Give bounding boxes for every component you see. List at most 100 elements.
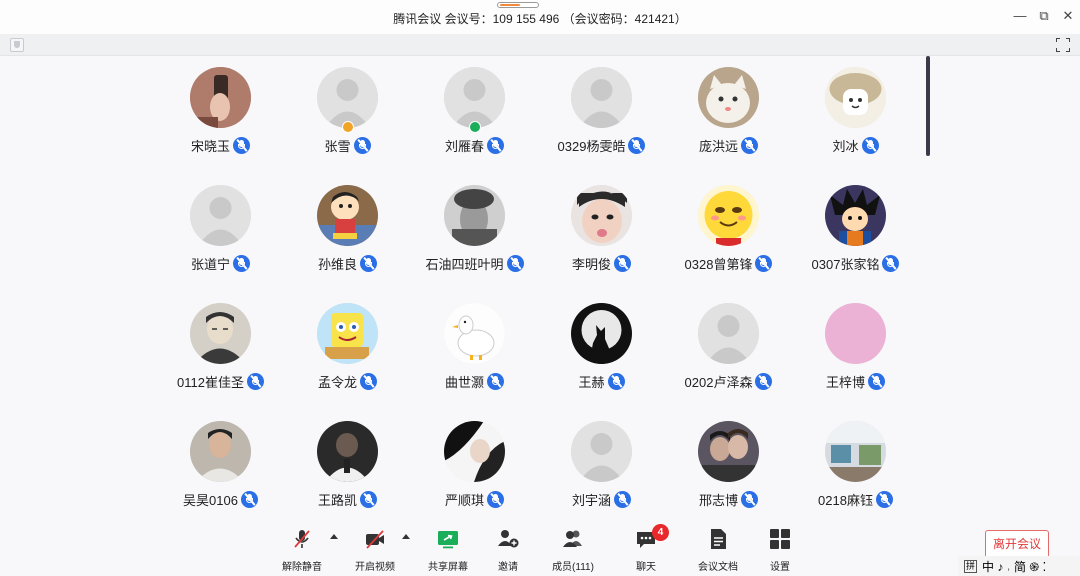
share-screen-button[interactable]: 共享屏幕	[418, 526, 478, 573]
participant-tile[interactable]: 李明俊	[538, 174, 665, 292]
participant-tile[interactable]: 吴昊0106	[157, 410, 284, 528]
participant-avatar	[571, 303, 632, 364]
participant-tile[interactable]: 王梓博	[792, 292, 919, 410]
participant-avatar	[190, 67, 251, 128]
participant-avatar	[698, 185, 759, 246]
chat-button[interactable]: 4 聊天	[616, 524, 676, 573]
mic-muted-icon	[875, 490, 893, 508]
participant-tile[interactable]: 庞洪远	[665, 56, 792, 174]
participant-nameline: 刘冰	[792, 136, 919, 154]
participant-avatar	[698, 421, 759, 482]
start-video-label: 开启视频	[355, 562, 395, 573]
participant-tile[interactable]: 曲世灏	[411, 292, 538, 410]
participant-avatar	[571, 421, 632, 482]
participant-nameline: 0329杨雯皓	[538, 136, 665, 154]
participant-tile[interactable]: 0218麻钰	[792, 410, 919, 528]
participant-avatar	[317, 185, 378, 246]
participant-nameline: 邢志博	[665, 490, 792, 508]
mic-muted-icon	[506, 254, 524, 272]
participant-tile[interactable]: 0328曾第锋	[665, 174, 792, 292]
mic-muted-icon	[882, 254, 900, 272]
participant-tile[interactable]: 张道宁	[157, 174, 284, 292]
grid-scrollbar[interactable]	[926, 56, 930, 156]
participant-tile[interactable]: 刘冰	[792, 56, 919, 174]
participant-name: 刘冰	[832, 138, 859, 154]
participant-tile[interactable]: 宋晓玉	[157, 56, 284, 174]
participant-tile[interactable]: 0202卢泽森	[665, 292, 792, 410]
participant-tile[interactable]: 张雪	[284, 56, 411, 174]
fullscreen-icon[interactable]	[1056, 38, 1070, 52]
network-indicator[interactable]	[497, 2, 539, 8]
participant-tile[interactable]: 0112崔佳圣	[157, 292, 284, 410]
participant-tile[interactable]: 刘宇涵	[538, 410, 665, 528]
mic-muted-icon	[607, 372, 625, 390]
participant-name: 李明俊	[571, 256, 611, 272]
audio-options-caret[interactable]	[330, 534, 338, 539]
mic-muted-icon	[353, 136, 371, 154]
mic-muted-icon	[741, 136, 758, 154]
close-button[interactable]: ✕	[1058, 8, 1078, 24]
participant-name: 庞洪远	[698, 138, 738, 154]
camera-off-icon	[366, 530, 384, 549]
participant-tile[interactable]: 邢志博	[665, 410, 792, 528]
participant-tile[interactable]: 0329杨雯皓	[538, 56, 665, 174]
participant-nameline: 0218麻钰	[792, 490, 919, 508]
participant-avatar	[825, 67, 886, 128]
add-user-icon	[498, 530, 519, 548]
mic-muted-icon	[360, 254, 377, 272]
participant-tile[interactable]: 严顺琪	[411, 410, 538, 528]
participant-tile[interactable]: 刘雁春	[411, 56, 538, 174]
mic-muted-icon	[868, 372, 885, 390]
input-method-bar[interactable]: 拼 中 ♪ ˒ 简 ֍ ⁚	[958, 556, 1080, 576]
title-bar: 腾讯会议 会议号：109 155 496 （会议密码：421421） — ⧉ ✕	[0, 0, 1080, 34]
security-shield-icon[interactable]	[10, 38, 24, 52]
participant-tile[interactable]: 孟令龙	[284, 292, 411, 410]
mic-muted-icon	[487, 490, 504, 508]
participant-name: 0112崔佳圣	[177, 374, 244, 390]
participant-avatar	[571, 67, 632, 128]
video-options-caret[interactable]	[402, 534, 410, 539]
participant-tile[interactable]: 0307张家铭	[792, 174, 919, 292]
mic-muted-icon	[755, 372, 773, 390]
members-button[interactable]: 成员(111)	[543, 526, 603, 573]
participant-avatar	[317, 421, 378, 482]
mic-muted-icon	[741, 490, 758, 508]
participant-nameline: 孙维良	[284, 254, 411, 272]
participant-name: 0329杨雯皓	[557, 138, 626, 154]
participant-nameline: 刘雁春	[411, 136, 538, 154]
participant-nameline: 李明俊	[538, 254, 665, 272]
share-screen-label: 共享屏幕	[428, 562, 468, 573]
start-video-button[interactable]: 开启视频	[345, 526, 405, 573]
participant-name: 0307张家铭	[811, 256, 880, 272]
unmute-button[interactable]: 解除静音	[272, 526, 332, 573]
mic-muted-icon	[487, 136, 504, 154]
minimize-button[interactable]: —	[1010, 8, 1030, 23]
participant-nameline: 0112崔佳圣	[157, 372, 284, 390]
participant-name: 王赫	[578, 374, 605, 390]
participant-tile[interactable]: 石油四班叶明	[411, 174, 538, 292]
chat-label: 聊天	[636, 562, 656, 573]
participant-name: 曲世灏	[444, 374, 484, 390]
participant-nameline: 庞洪远	[665, 136, 792, 154]
settings-button[interactable]: 设置	[750, 526, 810, 573]
invite-label: 邀请	[498, 562, 518, 573]
participant-nameline: 0307张家铭	[792, 254, 919, 272]
chat-unread-badge: 4	[652, 524, 669, 541]
leave-meeting-button[interactable]: 离开会议	[985, 530, 1049, 558]
participant-name: 张雪	[324, 138, 351, 154]
participant-nameline: 张道宁	[157, 254, 284, 272]
meeting-docs-button[interactable]: 会议文档	[688, 526, 748, 573]
participant-name: 王路凯	[317, 492, 357, 508]
participant-nameline: 石油四班叶明	[411, 254, 538, 272]
participant-name: 宋晓玉	[190, 138, 230, 154]
participant-tile[interactable]: 孙维良	[284, 174, 411, 292]
mic-muted-icon	[360, 490, 377, 508]
restore-button[interactable]: ⧉	[1034, 8, 1054, 24]
participant-nameline: 王路凯	[284, 490, 411, 508]
participant-nameline: 王梓博	[792, 372, 919, 390]
participant-nameline: 宋晓玉	[157, 136, 284, 154]
settings-grid-icon	[770, 529, 790, 549]
invite-button[interactable]: 邀请	[478, 526, 538, 573]
participant-tile[interactable]: 王路凯	[284, 410, 411, 528]
participant-tile[interactable]: 王赫	[538, 292, 665, 410]
